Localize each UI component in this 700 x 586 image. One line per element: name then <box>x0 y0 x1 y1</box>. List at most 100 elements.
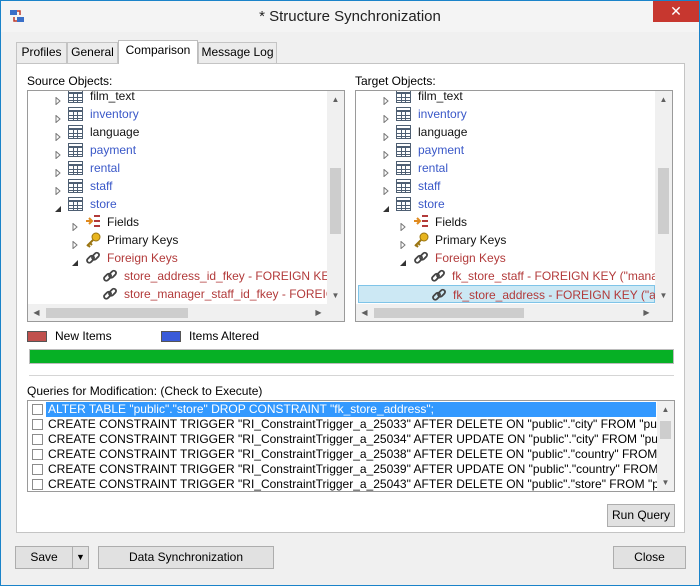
collapsed-triangle-icon[interactable] <box>382 92 390 106</box>
source-vertical-scrollbar[interactable]: ▲ ▼ <box>327 91 344 304</box>
target-horizontal-scrollbar[interactable]: ◀ ▶ <box>356 304 655 321</box>
data-synchronization-button[interactable]: Data Synchronization <box>98 546 274 569</box>
scroll-thumb[interactable] <box>660 421 671 439</box>
collapsed-triangle-icon[interactable] <box>382 164 390 178</box>
scroll-thumb[interactable] <box>330 168 341 234</box>
query-row[interactable]: CREATE CONSTRAINT TRIGGER "RI_Constraint… <box>28 417 674 432</box>
query-text: CREATE CONSTRAINT TRIGGER "RI_Constraint… <box>48 432 675 446</box>
new-items-label: New Items <box>55 329 112 343</box>
expanded-triangle-icon[interactable] <box>54 200 62 212</box>
source-tree-label: store <box>90 197 117 211</box>
window-close-button[interactable]: ✕ <box>653 1 699 22</box>
scroll-right-icon[interactable]: ▶ <box>310 304 327 321</box>
target-tree-row[interactable]: fk_store_address - FOREIGN KEY ("add <box>358 285 669 303</box>
collapsed-triangle-icon[interactable] <box>54 92 62 106</box>
run-query-button[interactable]: Run Query <box>607 504 675 527</box>
collapsed-triangle-icon[interactable] <box>382 146 390 160</box>
structure-sync-window: * Structure Synchronization ✕ Profiles G… <box>0 0 700 586</box>
source-tree-label: store_manager_staff_id_fkey - FOREIGN <box>124 287 344 301</box>
source-tree-label: film_text <box>90 90 135 103</box>
query-checkbox[interactable] <box>32 479 43 490</box>
items-altered-swatch <box>161 331 181 342</box>
collapsed-triangle-icon[interactable] <box>382 128 390 142</box>
collapsed-triangle-icon[interactable] <box>54 182 62 196</box>
tab-message-log[interactable]: Message Log <box>198 42 277 63</box>
target-tree-label: Foreign Keys <box>435 251 506 265</box>
collapsed-triangle-icon[interactable] <box>71 218 79 232</box>
expanded-triangle-icon[interactable] <box>71 254 79 266</box>
query-checkbox[interactable] <box>32 419 43 430</box>
chevron-down-icon: ▼ <box>76 552 85 562</box>
expanded-triangle-icon[interactable] <box>399 254 407 266</box>
expanded-triangle-icon[interactable] <box>382 200 390 212</box>
query-row[interactable]: CREATE CONSTRAINT TRIGGER "RI_Constraint… <box>28 447 674 462</box>
fields-icon <box>85 214 101 233</box>
target-tree-label: rental <box>418 161 449 175</box>
target-tree-label: inventory <box>418 107 467 121</box>
source-horizontal-scrollbar[interactable]: ◀ ▶ <box>28 304 327 321</box>
close-button[interactable]: Close <box>613 546 686 569</box>
collapsed-triangle-icon[interactable] <box>382 110 390 124</box>
source-tree-label: language <box>90 125 140 139</box>
source-objects-tree[interactable]: film_text inventory language payment rental s… <box>27 90 345 322</box>
query-row[interactable]: CREATE CONSTRAINT TRIGGER "RI_Constraint… <box>28 477 674 491</box>
collapsed-triangle-icon[interactable] <box>71 236 79 250</box>
scroll-up-icon[interactable]: ▲ <box>657 401 674 418</box>
query-text: CREATE CONSTRAINT TRIGGER "RI_Constraint… <box>48 417 675 431</box>
query-checkbox[interactable] <box>32 449 43 460</box>
table-icon <box>396 197 411 211</box>
divider <box>29 375 674 377</box>
scrollbar-corner <box>327 304 344 321</box>
scroll-up-icon[interactable]: ▲ <box>655 91 672 108</box>
link-icon <box>85 250 101 271</box>
target-tree-label: payment <box>418 143 465 157</box>
scroll-down-icon[interactable]: ▼ <box>327 287 344 304</box>
query-row[interactable]: ALTER TABLE "public"."store" DROP CONSTR… <box>28 402 658 417</box>
save-button[interactable]: Save <box>15 546 73 569</box>
collapsed-triangle-icon[interactable] <box>54 110 62 124</box>
target-objects-tree[interactable]: film_text inventory language payment rental s… <box>355 90 673 322</box>
save-dropdown-button[interactable]: ▼ <box>72 546 89 569</box>
fields-icon <box>413 214 429 233</box>
collapsed-triangle-icon[interactable] <box>54 146 62 160</box>
source-tree-label: rental <box>90 161 121 175</box>
collapsed-triangle-icon[interactable] <box>399 236 407 250</box>
source-tree-label: store_address_id_fkey - FOREIGN KEY ( <box>124 269 345 283</box>
scroll-down-icon[interactable]: ▼ <box>655 287 672 304</box>
collapsed-triangle-icon[interactable] <box>399 218 407 232</box>
table-icon <box>396 143 411 157</box>
scroll-left-icon[interactable]: ◀ <box>28 304 45 321</box>
collapsed-triangle-icon[interactable] <box>382 182 390 196</box>
query-row[interactable]: CREATE CONSTRAINT TRIGGER "RI_Constraint… <box>28 462 674 477</box>
scroll-thumb[interactable] <box>374 308 524 318</box>
progress-bar <box>29 349 674 364</box>
table-icon <box>396 91 411 103</box>
scroll-up-icon[interactable]: ▲ <box>327 91 344 108</box>
target-tree-label: fk_store_address - FOREIGN KEY ("add <box>453 288 670 302</box>
target-vertical-scrollbar[interactable]: ▲ ▼ <box>655 91 672 304</box>
progress-fill <box>30 350 673 363</box>
target-tree-label: fk_store_staff - FOREIGN KEY ("manag <box>452 269 665 283</box>
scroll-thumb[interactable] <box>46 308 188 318</box>
query-checkbox[interactable] <box>32 434 43 445</box>
tab-comparison[interactable]: Comparison <box>118 40 198 64</box>
query-row[interactable]: CREATE CONSTRAINT TRIGGER "RI_Constraint… <box>28 432 674 447</box>
query-checkbox[interactable] <box>32 404 43 415</box>
collapsed-triangle-icon[interactable] <box>54 128 62 142</box>
queries-list[interactable]: ALTER TABLE "public"."store" DROP CONSTR… <box>27 400 675 492</box>
comparison-panel: Source Objects: Target Objects: film_tex… <box>16 63 685 533</box>
scroll-right-icon[interactable]: ▶ <box>638 304 655 321</box>
query-checkbox[interactable] <box>32 464 43 475</box>
scroll-left-icon[interactable]: ◀ <box>356 304 373 321</box>
queries-vertical-scrollbar[interactable]: ▲ ▼ <box>657 401 674 491</box>
tab-general[interactable]: General <box>67 42 118 63</box>
query-text: ALTER TABLE "public"."store" DROP CONSTR… <box>46 402 656 417</box>
table-icon <box>68 179 83 193</box>
source-tree-label: payment <box>90 143 137 157</box>
collapsed-triangle-icon[interactable] <box>54 164 62 178</box>
target-tree-label: store <box>418 197 445 211</box>
tab-profiles[interactable]: Profiles <box>16 42 67 63</box>
scroll-down-icon[interactable]: ▼ <box>657 474 674 491</box>
window-title: * Structure Synchronization <box>259 8 441 25</box>
scroll-thumb[interactable] <box>658 168 669 234</box>
